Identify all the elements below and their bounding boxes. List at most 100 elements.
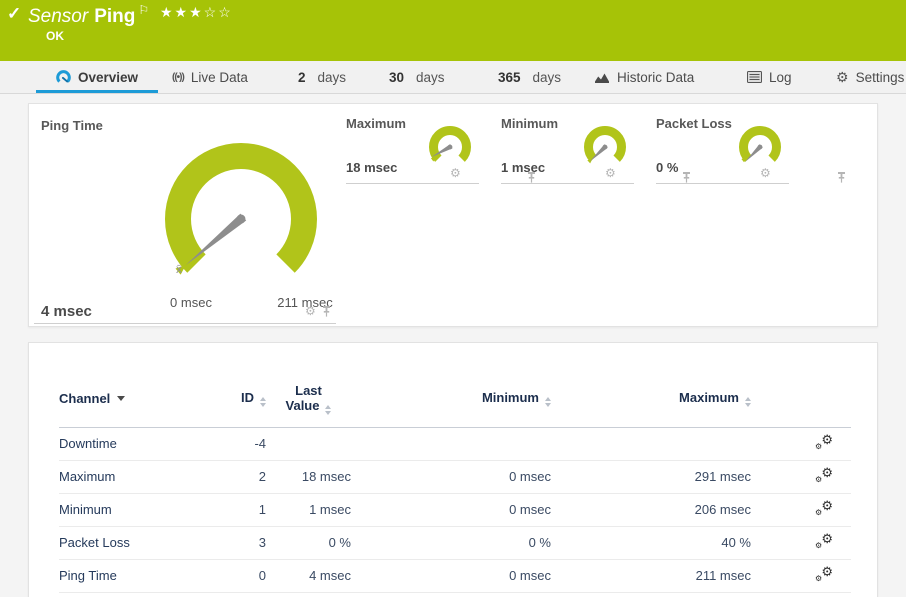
column-label: ID — [241, 390, 254, 405]
channel-link[interactable]: Ping Time — [59, 559, 209, 592]
widget-divider — [34, 323, 336, 324]
channel-settings-icon[interactable]: ⚙⚙ — [815, 533, 833, 549]
pin-icon[interactable] — [527, 172, 536, 183]
channel-link[interactable]: Downtime — [59, 427, 209, 460]
channel-minimum: 0 msec — [351, 460, 551, 493]
widget-actions: ⚙ — [305, 305, 331, 317]
channel-maximum: 291 msec — [551, 460, 751, 493]
sensor-title: SensorPing⚐ — [28, 3, 149, 28]
tab-unit: days — [318, 70, 347, 85]
gear-icon[interactable]: ⚙ — [305, 305, 316, 317]
table-row: Maximum 2 18 msec 0 msec 291 msec ⚙⚙ — [59, 460, 851, 493]
tab-live-data[interactable]: ((•)) Live Data — [168, 61, 252, 93]
tab-historic-data[interactable]: Historic Data — [590, 61, 698, 93]
channel-minimum: 0 msec — [351, 559, 551, 592]
tab-label: Overview — [78, 70, 138, 85]
gear-icon[interactable]: ⚙ — [605, 167, 616, 179]
channel-last-value: 18 msec — [266, 460, 351, 493]
channel-last-value: 0 % — [266, 526, 351, 559]
gear-icon[interactable]: ⚙ — [760, 167, 771, 179]
channel-id: 1 — [209, 493, 266, 526]
tab-number: 30 — [389, 70, 404, 85]
priority-flag-icon[interactable]: ⚐ — [138, 3, 149, 17]
gauges-panel: Ping Time x̄ 0 msec 211 msec 4 msec ⚙ Ma… — [28, 103, 878, 327]
gauge-arc — [178, 156, 304, 264]
tab-settings[interactable]: ⚙ Settings — [832, 61, 906, 93]
pin-icon[interactable] — [682, 172, 691, 183]
broadcast-icon: ((•)) — [172, 72, 184, 83]
channel-minimum: 0 % — [351, 526, 551, 559]
tab-2-days[interactable]: 2 days — [294, 61, 350, 93]
tab-number: 365 — [498, 70, 521, 85]
sort-icon — [260, 397, 266, 407]
gauge-arc — [744, 131, 777, 159]
column-label: Channel — [59, 391, 110, 406]
maximum-gauge-widget: Maximum 18 msec ⚙ — [346, 116, 479, 186]
pin-icon[interactable] — [322, 306, 331, 317]
column-header-minimum[interactable]: Minimum — [351, 371, 551, 427]
gauge-title: Ping Time — [41, 118, 103, 133]
channel-link[interactable]: Maximum — [59, 460, 209, 493]
column-header-channel[interactable]: Channel — [59, 371, 209, 427]
gear-icon[interactable]: ⚙ — [450, 167, 461, 179]
channel-link[interactable]: Minimum — [59, 493, 209, 526]
channel-maximum: 211 msec — [551, 559, 751, 592]
table-row: Packet Loss 3 0 % 0 % 40 % ⚙⚙ — [59, 526, 851, 559]
table-row: Downtime -4 ⚙⚙ — [59, 427, 851, 460]
tab-bar: Overview ((•)) Live Data 2 days 30 days … — [0, 61, 906, 94]
gauge-value: 18 msec — [346, 160, 397, 175]
channel-link[interactable]: Packet Loss — [59, 526, 209, 559]
gauge-title: Minimum — [501, 116, 558, 131]
widget-divider — [656, 183, 789, 184]
log-icon — [747, 71, 762, 83]
packet-loss-gauge-widget: Packet Loss 0 % ⚙ — [656, 116, 789, 186]
sort-icon — [745, 397, 751, 407]
sort-icon — [325, 405, 331, 415]
column-header-last-value[interactable]: Last Value — [266, 371, 351, 427]
status-check-icon: ✓ — [7, 4, 21, 24]
minimum-gauge-widget: Minimum 1 msec ⚙ — [501, 116, 634, 186]
channel-maximum: 40 % — [551, 526, 751, 559]
sorted-desc-icon — [117, 396, 125, 401]
tab-label: Live Data — [191, 70, 248, 85]
tab-log[interactable]: Log — [743, 61, 796, 93]
channel-id: -4 — [209, 427, 266, 460]
sensor-header: ✓ SensorPing⚐ ★★★☆☆ OK — [0, 0, 906, 61]
channel-id: 0 — [209, 559, 266, 592]
sensor-page: ✓ SensorPing⚐ ★★★☆☆ OK Overview ((•)) Li… — [0, 0, 906, 597]
average-marker-label: x̄ — [176, 262, 182, 276]
column-label: Last — [295, 383, 322, 398]
column-header-id[interactable]: ID — [209, 371, 266, 427]
channel-minimum — [351, 427, 551, 460]
tab-unit: days — [533, 70, 562, 85]
pin-icon[interactable] — [837, 172, 846, 183]
table-row: Ping Time 0 4 msec 0 msec 211 msec ⚙⚙ — [59, 559, 851, 592]
tab-unit: days — [416, 70, 445, 85]
tab-number: 2 — [298, 70, 306, 85]
channel-settings-icon[interactable]: ⚙⚙ — [815, 467, 833, 483]
gauge-title: Packet Loss — [656, 116, 732, 131]
tab-30-days[interactable]: 30 days — [385, 61, 449, 93]
tab-365-days[interactable]: 365 days — [494, 61, 565, 93]
tab-overview[interactable]: Overview — [36, 61, 158, 93]
column-label: Maximum — [679, 390, 739, 405]
gauge-min-label: 0 msec — [156, 295, 226, 310]
channel-settings-icon[interactable]: ⚙⚙ — [815, 434, 833, 450]
channels-table: Channel ID Last Value Minimum Maximum — [59, 371, 851, 593]
channel-settings-icon[interactable]: ⚙⚙ — [815, 500, 833, 516]
sensor-title-prefix: Sensor — [28, 6, 88, 27]
column-header-maximum[interactable]: Maximum — [551, 371, 751, 427]
gear-icon: ⚙ — [836, 70, 849, 84]
channel-last-value: 1 msec — [266, 493, 351, 526]
channel-maximum — [551, 427, 751, 460]
channel-last-value — [266, 427, 351, 460]
chart-icon — [594, 71, 610, 84]
widget-divider — [346, 183, 479, 184]
tab-label: Log — [769, 70, 792, 85]
tab-label: Settings — [856, 70, 905, 85]
status-badge: OK — [46, 29, 64, 43]
column-label: Minimum — [482, 390, 539, 405]
channel-settings-icon[interactable]: ⚙⚙ — [815, 566, 833, 582]
priority-stars[interactable]: ★★★☆☆ — [160, 4, 233, 21]
column-header-actions — [751, 371, 851, 427]
